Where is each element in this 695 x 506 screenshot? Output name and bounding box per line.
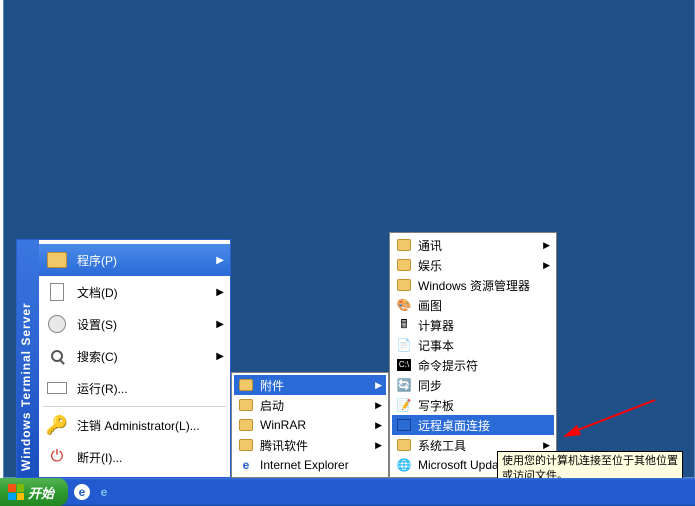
sub-label: 系统工具 <box>418 437 466 454</box>
sm-documents[interactable]: 文档(D) ▶ <box>39 276 230 308</box>
sub-label: 命令提示符 <box>418 357 478 374</box>
disconnect-icon: ⏻ <box>45 445 69 469</box>
remote-desktop-icon <box>396 417 412 433</box>
submenu-arrow-icon: ▶ <box>375 420 382 431</box>
sub-entertainment[interactable]: 娱乐 ▶ <box>392 255 554 275</box>
sub-label: 腾讯软件 <box>260 437 308 454</box>
sub-label: Windows 资源管理器 <box>418 277 530 294</box>
logoff-icon: 🔑 <box>45 413 69 437</box>
sm-label: 运行(R)... <box>77 380 128 397</box>
sm-label: 断开(I)... <box>77 449 122 466</box>
sm-settings[interactable]: 设置(S) ▶ <box>39 308 230 340</box>
notepad-icon: 📄 <box>396 337 412 353</box>
cmd-icon: C:\ <box>396 357 412 373</box>
sub-remote-desktop[interactable]: 远程桌面连接 <box>392 415 554 435</box>
sm-label: 搜索(C) <box>77 348 118 365</box>
sub-label: 画图 <box>418 297 442 314</box>
sm-label: 设置(S) <box>77 316 117 333</box>
sub-label: Microsoft Update <box>418 458 509 472</box>
sub-sync[interactable]: 🔄 同步 <box>392 375 554 395</box>
start-menu-items: 程序(P) ▶ 文档(D) ▶ 设置(S) ▶ 搜索(C) ▶ 运行(R)...… <box>39 240 230 477</box>
programs-icon <box>45 248 69 272</box>
sm-run[interactable]: 运行(R)... <box>39 372 230 404</box>
sub-label: 写字板 <box>418 397 454 414</box>
tooltip-line1: 使用您的计算机连接至位于其他位置 <box>502 454 678 468</box>
folder-icon <box>396 237 412 253</box>
search-icon <box>45 344 69 368</box>
sub-wordpad[interactable]: 📝 写字板 <box>392 395 554 415</box>
start-label: 开始 <box>28 483 54 502</box>
sub-communications[interactable]: 通讯 ▶ <box>392 235 554 255</box>
submenu-arrow-icon: ▶ <box>375 400 382 411</box>
sub-label: 记事本 <box>418 337 454 354</box>
programs-submenu: 附件 ▶ 启动 ▶ WinRAR ▶ 腾讯软件 ▶ e Internet Exp… <box>231 372 389 478</box>
submenu-arrow-icon: ▶ <box>216 351 224 362</box>
settings-icon <box>45 312 69 336</box>
windows-logo-icon <box>8 484 24 500</box>
folder-icon <box>396 437 412 453</box>
sm-programs[interactable]: 程序(P) ▶ <box>39 244 230 276</box>
sub-calculator[interactable]: 🖩 计算器 <box>392 315 554 335</box>
sub-label: 计算器 <box>418 317 454 334</box>
sub-startup[interactable]: 启动 ▶ <box>234 395 386 415</box>
sub-accessories[interactable]: 附件 ▶ <box>234 375 386 395</box>
sub-paint[interactable]: 🎨 画图 <box>392 295 554 315</box>
sub-label: 娱乐 <box>418 257 442 274</box>
submenu-arrow-icon: ▶ <box>216 319 224 330</box>
start-menu: Windows Terminal Server 程序(P) ▶ 文档(D) ▶ … <box>16 239 231 478</box>
update-icon: 🌐 <box>396 457 412 473</box>
documents-icon <box>45 280 69 304</box>
sub-label: 远程桌面连接 <box>418 417 490 434</box>
folder-icon <box>238 417 254 433</box>
wordpad-icon: 📝 <box>396 397 412 413</box>
sub-label: WinRAR <box>260 418 306 432</box>
paint-icon: 🎨 <box>396 297 412 313</box>
sub-label: 启动 <box>260 397 284 414</box>
sub-cmd[interactable]: C:\ 命令提示符 <box>392 355 554 375</box>
ie-icon: e <box>238 457 254 473</box>
quicklaunch-icon[interactable]: e <box>74 484 90 500</box>
sm-logoff[interactable]: 🔑 注销 Administrator(L)... <box>39 409 230 441</box>
calculator-icon: 🖩 <box>396 317 412 333</box>
start-button[interactable]: 开始 <box>0 478 68 506</box>
submenu-arrow-icon: ▶ <box>543 240 550 251</box>
sub-label: Internet Explorer <box>260 458 349 472</box>
sm-label: 注销 Administrator(L)... <box>77 417 200 434</box>
sm-label: 文档(D) <box>77 284 118 301</box>
run-icon <box>45 376 69 400</box>
separator <box>43 406 226 407</box>
submenu-arrow-icon: ▶ <box>543 440 550 451</box>
sub-explorer[interactable]: Windows 资源管理器 <box>392 275 554 295</box>
start-menu-sideband: Windows Terminal Server <box>17 240 39 477</box>
submenu-arrow-icon: ▶ <box>216 255 224 266</box>
sub-label: 通讯 <box>418 237 442 254</box>
sync-icon: 🔄 <box>396 377 412 393</box>
folder-icon <box>238 377 254 393</box>
submenu-arrow-icon: ▶ <box>375 440 382 451</box>
quicklaunch-ie-icon[interactable]: e <box>96 484 112 500</box>
folder-icon <box>238 397 254 413</box>
submenu-arrow-icon: ▶ <box>375 380 382 391</box>
taskbar: 开始 e e <box>0 478 695 506</box>
sub-ie[interactable]: e Internet Explorer <box>234 455 386 475</box>
explorer-icon <box>396 277 412 293</box>
sm-label: 程序(P) <box>77 252 117 269</box>
folder-icon <box>396 257 412 273</box>
sub-notepad[interactable]: 📄 记事本 <box>392 335 554 355</box>
sm-disconnect[interactable]: ⏻ 断开(I)... <box>39 441 230 473</box>
folder-icon <box>238 437 254 453</box>
sub-tencent[interactable]: 腾讯软件 ▶ <box>234 435 386 455</box>
sm-search[interactable]: 搜索(C) ▶ <box>39 340 230 372</box>
submenu-arrow-icon: ▶ <box>216 287 224 298</box>
sub-label: 同步 <box>418 377 442 394</box>
sub-winrar[interactable]: WinRAR ▶ <box>234 415 386 435</box>
sub-label: 附件 <box>260 377 284 394</box>
accessories-submenu: 通讯 ▶ 娱乐 ▶ Windows 资源管理器 🎨 画图 🖩 计算器 📄 记事本… <box>389 232 557 478</box>
submenu-arrow-icon: ▶ <box>543 260 550 271</box>
